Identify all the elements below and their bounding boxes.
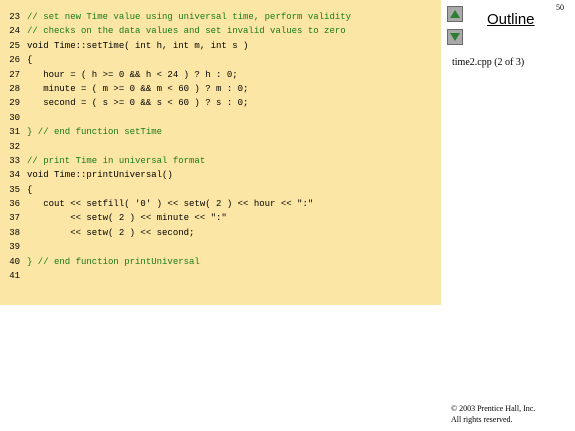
line-number: 26 [9,55,20,66]
code-text: // checks on the data values and set inv… [27,26,346,37]
code-line: 34 void Time::printUniversal() [0,168,441,182]
code-line: 24 // checks on the data values and set i… [0,24,441,38]
copyright-notice: © 2003 Prentice Hall, Inc. All rights re… [451,403,535,425]
line-number: 34 [9,170,20,181]
down-triangle-icon [450,33,460,41]
code-line: 26 { [0,53,441,67]
line-number: 32 [9,141,20,152]
code-text: second = ( s >= 0 && s < 60 ) ? s : 0; [27,98,249,109]
line-number: 41 [9,271,20,282]
copyright-line-2: All rights reserved. [451,415,513,424]
code-listing: 23 // set new Time value using universal … [0,10,441,283]
code-text: // print Time in universal format [27,155,206,166]
code-text: // set new Time value using universal ti… [27,12,352,22]
code-line: 29 second = ( s >= 0 && s < 60 ) ? s : 0… [0,96,441,110]
code-line: 40 } // end function printUniversal [0,255,441,269]
code-text: hour = ( h >= 0 && h < 24 ) ? h : 0; [27,69,238,80]
line-number: 27 [9,69,20,80]
line-number: 40 [9,256,20,267]
code-line: 35 { [0,183,441,197]
outline-link[interactable]: Outline [487,11,535,28]
code-line: 25 void Time::setTime( int h, int m, int … [0,39,441,53]
code-line: 38 << setw( 2 ) << second; [0,226,441,240]
line-number: 39 [9,242,20,253]
line-number: 28 [9,83,20,94]
code-line: 33 // print Time in universal format [0,154,441,168]
next-slide-button[interactable] [447,29,463,45]
code-text: { [27,55,33,66]
code-line: 37 << setw( 2 ) << minute << ":" [0,211,441,225]
code-text: } // end function setTime [27,127,163,138]
code-text: } // end function printUniversal [27,256,200,267]
code-line: 30 [0,111,441,125]
code-panel: 23 // set new Time value using universal … [0,0,441,305]
code-line: 23 // set new Time value using universal … [0,10,441,24]
code-line: 41 [0,269,441,283]
line-number: 29 [9,98,20,109]
code-line: 32 [0,140,441,154]
code-text: void Time::printUniversal() [27,170,173,181]
code-text: << setw( 2 ) << second; [27,227,195,238]
page-number: 50 [556,3,564,12]
line-number: 30 [9,112,20,123]
code-line: 31 } // end function setTime [0,125,441,139]
line-number: 23 [9,12,20,22]
line-number: 38 [9,227,20,238]
previous-slide-button[interactable] [447,6,463,22]
line-number: 33 [9,155,20,166]
line-number: 24 [9,26,20,37]
line-number: 36 [9,199,20,210]
code-text: << setw( 2 ) << minute << ":" [27,213,227,224]
code-line: 36 cout << setfill( '0' ) << setw( 2 ) <… [0,197,441,211]
line-number: 25 [9,40,20,51]
code-line: 27 hour = ( h >= 0 && h < 24 ) ? h : 0; [0,68,441,82]
line-number: 35 [9,184,20,195]
file-label: time2.cpp (2 of 3) [452,57,525,68]
code-text: void Time::setTime( int h, int m, int s … [27,40,249,51]
code-text: cout << setfill( '0' ) << setw( 2 ) << h… [27,199,314,210]
code-line: 39 [0,240,441,254]
line-number: 31 [9,127,20,138]
line-number: 37 [9,213,20,224]
code-text: { [27,184,33,195]
code-line: 28 minute = ( m >= 0 && m < 60 ) ? m : 0… [0,82,441,96]
copyright-line-1: © 2003 Prentice Hall, Inc. [451,404,536,413]
up-triangle-icon [450,10,460,18]
code-text: minute = ( m >= 0 && m < 60 ) ? m : 0; [27,83,249,94]
